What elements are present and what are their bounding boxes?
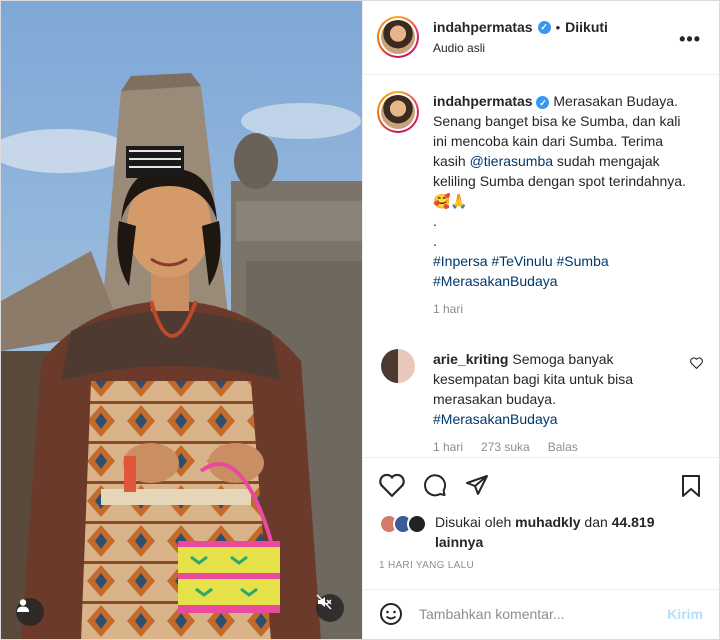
author-info: indahpermatas ✓ • Diikuti Audio asli bbox=[433, 19, 608, 55]
comment-icon[interactable] bbox=[423, 473, 447, 497]
caption-body: indahpermatas ✓ Merasakan Budaya. Senang… bbox=[433, 91, 693, 319]
liker-avatars[interactable] bbox=[379, 513, 427, 534]
comment-body: arie_kriting Semoga banyak kesempatan ba… bbox=[433, 349, 661, 457]
verified-badge-icon: ✓ bbox=[537, 20, 551, 34]
post-header: indahpermatas ✓ • Diikuti Audio asli ••• bbox=[363, 1, 719, 75]
emoji-icon[interactable] bbox=[379, 602, 403, 626]
likes-count[interactable]: 44.819 bbox=[612, 514, 655, 530]
caption-dot: . bbox=[433, 232, 437, 249]
reply-button[interactable]: Balas bbox=[548, 437, 578, 457]
comment-item: arie_kriting Semoga banyak kesempatan ba… bbox=[377, 348, 705, 457]
comment-meta: 1 hari 273 suka Balas bbox=[433, 437, 661, 457]
caption-avatar[interactable] bbox=[377, 90, 419, 133]
caption-username[interactable]: indahpermatas bbox=[433, 93, 533, 109]
action-bar bbox=[363, 458, 719, 512]
likes-middle: dan bbox=[580, 513, 612, 530]
comment-heart-icon[interactable] bbox=[690, 356, 703, 369]
post-photo bbox=[1, 1, 362, 639]
mention-link[interactable]: @tierasumba bbox=[470, 153, 553, 169]
audio-link[interactable]: Audio asli bbox=[433, 41, 608, 55]
commenter-avatar[interactable] bbox=[381, 348, 415, 383]
author-username[interactable]: indahpermatas bbox=[433, 19, 533, 35]
caption-time: 1 hari bbox=[433, 301, 464, 316]
caption-dot: . bbox=[433, 212, 437, 229]
bookmark-icon[interactable] bbox=[681, 474, 701, 498]
user-icon bbox=[17, 599, 29, 612]
comment-likes[interactable]: 273 suka bbox=[481, 437, 530, 457]
post-details-panel: indahpermatas ✓ • Diikuti Audio asli •••… bbox=[362, 1, 719, 639]
liker-username[interactable]: muhadkly bbox=[515, 514, 580, 530]
likes-prefix: Disukai oleh bbox=[435, 513, 516, 530]
commenter-username[interactable]: arie_kriting bbox=[433, 351, 508, 367]
author-avatar[interactable] bbox=[377, 16, 419, 59]
tagged-user-button[interactable] bbox=[16, 598, 44, 626]
more-options-button[interactable]: ••• bbox=[679, 29, 701, 50]
comment-hashtag[interactable]: #MerasakanBudaya bbox=[433, 409, 661, 429]
likes-suffix: lainnya bbox=[435, 533, 484, 550]
heart-icon[interactable] bbox=[379, 473, 405, 497]
share-icon[interactable] bbox=[465, 473, 489, 497]
mute-icon bbox=[316, 594, 332, 610]
comments-section: indahpermatas ✓ Merasakan Budaya. Senang… bbox=[363, 75, 719, 458]
likes-summary: Disukai oleh muhadkly dan 44.819 lainnya bbox=[363, 512, 719, 552]
add-comment-bar: Kirim bbox=[363, 588, 719, 639]
post-comment-button[interactable]: Kirim bbox=[667, 606, 703, 622]
comment-input[interactable] bbox=[419, 606, 668, 623]
caption: indahpermatas ✓ Merasakan Budaya. Senang… bbox=[377, 90, 705, 319]
instagram-post-modal: indahpermatas ✓ • Diikuti Audio asli •••… bbox=[0, 0, 720, 640]
hashtag-link[interactable]: #MerasakanBudaya bbox=[433, 271, 693, 291]
post-media[interactable] bbox=[1, 1, 362, 639]
separator: • bbox=[555, 19, 561, 35]
mute-button[interactable] bbox=[316, 594, 344, 622]
post-date: 1 HARI YANG LALU bbox=[379, 559, 475, 571]
follow-button[interactable]: Diikuti bbox=[565, 19, 608, 35]
likes-text[interactable]: Disukai oleh muhadkly dan 44.819 lainnya bbox=[435, 512, 703, 552]
liker-avatar bbox=[407, 513, 427, 534]
hashtag-links[interactable]: #Inpersa #TeVinulu #Sumba bbox=[433, 251, 693, 271]
verified-badge-icon: ✓ bbox=[536, 96, 550, 110]
comment-time: 1 hari bbox=[433, 439, 464, 454]
